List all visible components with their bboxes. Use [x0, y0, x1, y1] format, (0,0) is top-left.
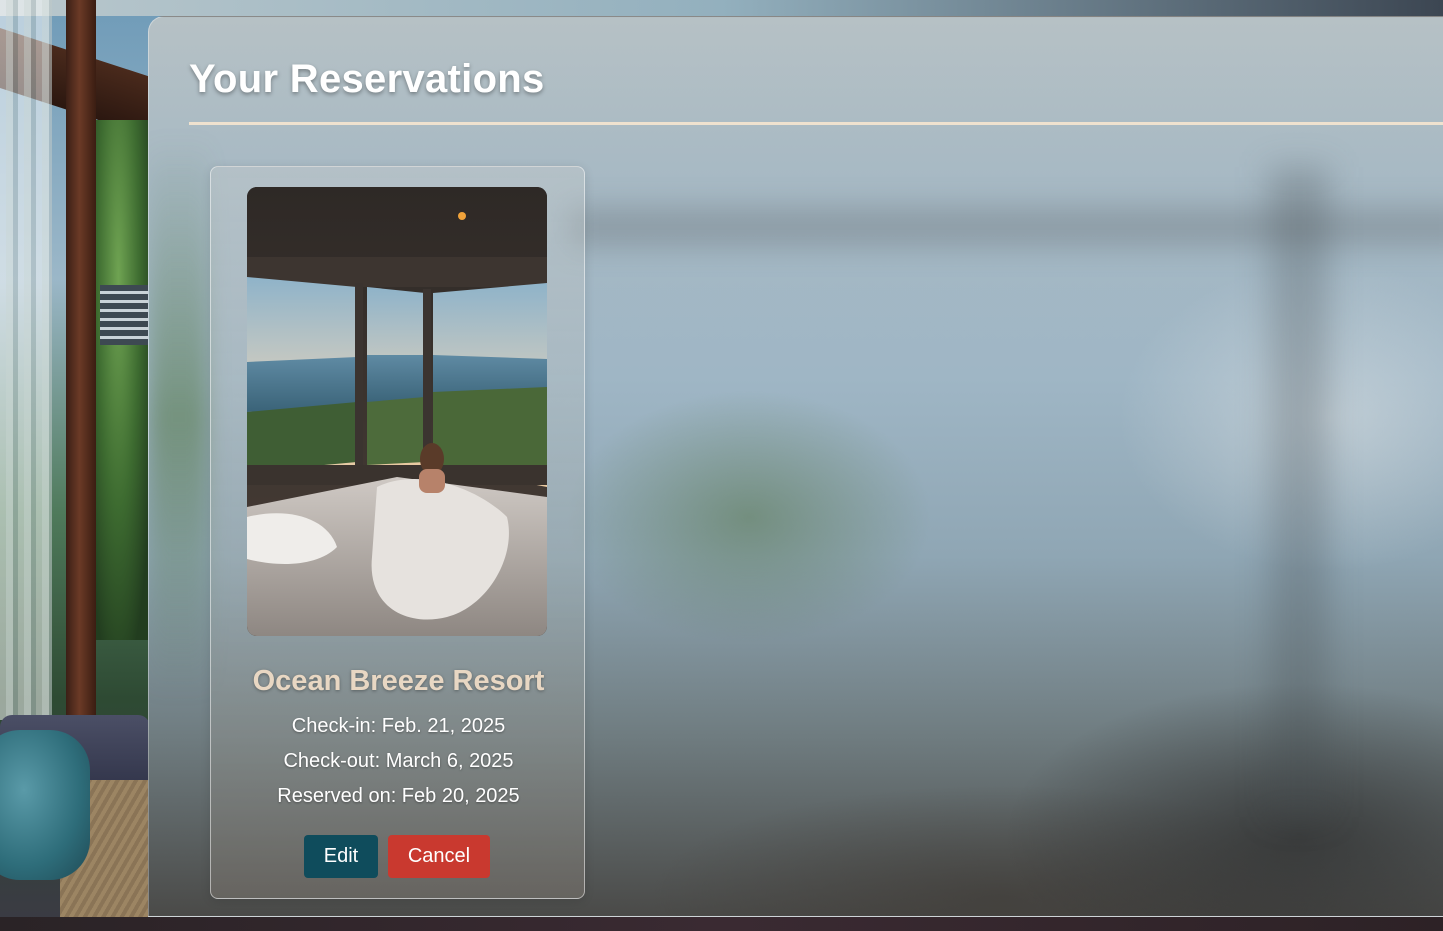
edit-button[interactable]: Edit	[304, 835, 378, 878]
background-sky	[0, 0, 1443, 16]
reservation-card: Ocean Breeze Resort Check-in: Feb. 21, 2…	[210, 166, 585, 899]
background-palm	[96, 120, 152, 640]
reserved-on-date: Reserved on: Feb 20, 2025	[277, 785, 520, 807]
reservations-panel: Your Reservations Ocean Breeze Resort Ch…	[148, 16, 1443, 917]
hotel-room-image	[247, 187, 547, 636]
background-bed-post	[66, 0, 96, 720]
bottom-strip	[0, 917, 1443, 931]
cancel-button[interactable]: Cancel	[388, 835, 490, 878]
checkin-date: Check-in: Feb. 21, 2025	[291, 715, 506, 737]
panel-blur-post	[1269, 167, 1329, 817]
background-building	[100, 285, 148, 345]
title-divider	[189, 122, 1443, 125]
page-title: Your Reservations	[189, 57, 545, 101]
hotel-name: Ocean Breeze Resort	[252, 665, 545, 697]
background-curtain	[0, 0, 52, 720]
checkout-date: Check-out: March 6, 2025	[283, 750, 514, 772]
background-teal-pillow	[0, 730, 90, 880]
panel-blur-foliage	[149, 137, 209, 697]
